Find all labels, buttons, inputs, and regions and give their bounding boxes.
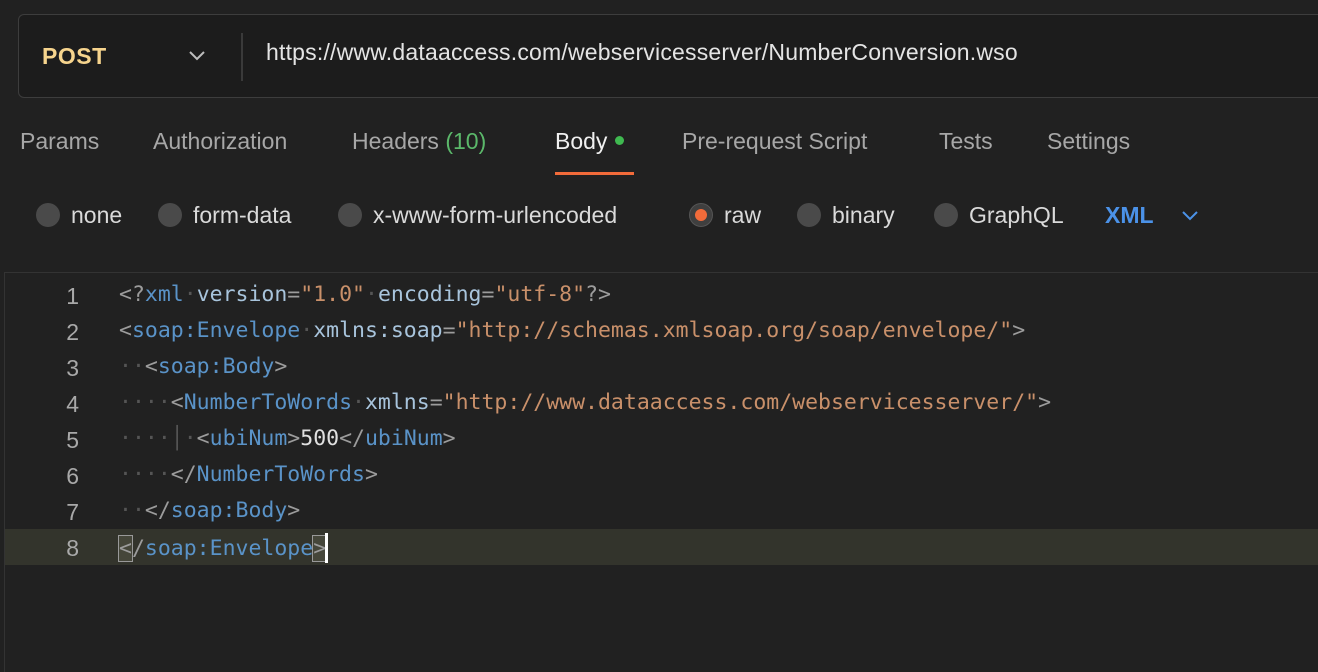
- tab-tests[interactable]: Tests: [939, 128, 993, 155]
- line-number: 1: [66, 283, 79, 309]
- active-tab-underline: [555, 172, 634, 175]
- radio-binary[interactable]: binary: [797, 195, 895, 235]
- tab-label: Body: [555, 128, 608, 154]
- line-number: 8: [66, 535, 79, 561]
- editor-line: 4 ····<NumberToWords·xmlns="http://www.d…: [5, 385, 1318, 421]
- tab-label: Authorization: [153, 128, 288, 154]
- text-cursor: [325, 533, 329, 563]
- chevron-down-icon: [1181, 211, 1198, 221]
- editor-line: 2 <soap:Envelope·xmlns:soap="http://sche…: [5, 313, 1318, 349]
- radio-button[interactable]: [158, 203, 182, 227]
- radio-graphql[interactable]: GraphQL: [934, 195, 1064, 235]
- tab-authorization[interactable]: Authorization: [153, 128, 287, 155]
- url-divider: [241, 33, 243, 81]
- radio-x-www-form-urlencoded[interactable]: x-www-form-urlencoded: [338, 195, 617, 235]
- url-input[interactable]: https://www.dataaccess.com/webservicesse…: [266, 39, 1018, 73]
- method-label: POST: [42, 43, 107, 69]
- editor-line: 6 ····</NumberToWords>: [5, 457, 1318, 493]
- radio-button[interactable]: [36, 203, 60, 227]
- code-line: <soap:Envelope·xmlns:soap="http://schema…: [119, 318, 1026, 343]
- method-select[interactable]: POST: [19, 15, 241, 97]
- tab-label: Tests: [939, 128, 993, 154]
- tab-settings[interactable]: Settings: [1047, 128, 1130, 155]
- radio-none[interactable]: none: [36, 195, 122, 235]
- radio-form-data[interactable]: form-data: [158, 195, 291, 235]
- editor-line-current: 8 </soap:Envelope>: [5, 529, 1318, 565]
- editor-line: 7 ··</soap:Body>: [5, 493, 1318, 529]
- tab-label: Pre-request Script: [682, 128, 868, 154]
- tab-label: Params: [20, 128, 100, 154]
- body-code-editor[interactable]: 1 <?xml·version="1.0"·encoding="utf-8"?>…: [4, 272, 1318, 672]
- headers-count-badge: (10): [445, 128, 487, 154]
- request-tabs: Params Authorization Headers (10) Body P…: [0, 120, 1318, 180]
- code-line: ····<NumberToWords·xmlns="http://www.dat…: [119, 390, 1052, 415]
- tab-params[interactable]: Params: [20, 128, 99, 155]
- radio-label: x-www-form-urlencoded: [373, 201, 618, 228]
- tab-label: Settings: [1047, 128, 1131, 154]
- body-modified-dot: [615, 136, 625, 146]
- code-line: ····</NumberToWords>: [119, 462, 378, 487]
- line-number: 7: [66, 499, 79, 525]
- raw-language-label: XML: [1105, 201, 1154, 228]
- radio-label: binary: [832, 201, 895, 228]
- line-number: 4: [66, 391, 79, 417]
- code-line: ··<soap:Body>: [119, 354, 288, 379]
- chevron-down-icon: [189, 51, 205, 61]
- raw-language-select[interactable]: XML: [1105, 195, 1200, 235]
- line-number: 2: [66, 319, 79, 345]
- code-line: <?xml·version="1.0"·encoding="utf-8"?>: [119, 282, 611, 307]
- line-number: 5: [66, 427, 79, 453]
- code-line: ····│·<ubiNum>500</ubiNum>: [119, 426, 456, 451]
- radio-label: none: [71, 201, 123, 228]
- radio-button[interactable]: [338, 203, 362, 227]
- line-number: 6: [66, 463, 79, 489]
- radio-label: GraphQL: [969, 201, 1064, 228]
- code-line: ··</soap:Body>: [119, 498, 301, 523]
- request-url-bar: POST https://www.dataaccess.com/webservi…: [18, 14, 1318, 98]
- radio-button[interactable]: [797, 203, 821, 227]
- radio-label: form-data: [193, 201, 292, 228]
- code-line: </soap:Envelope>: [118, 533, 329, 564]
- line-number: 3: [66, 355, 79, 381]
- radio-raw[interactable]: raw: [689, 195, 761, 235]
- tab-headers[interactable]: Headers (10): [352, 128, 486, 155]
- editor-line: 5 ····│·<ubiNum>500</ubiNum>: [5, 421, 1318, 457]
- radio-label: raw: [724, 201, 762, 228]
- body-mode-options: none form-data x-www-form-urlencoded raw…: [0, 195, 1318, 239]
- radio-button[interactable]: [934, 203, 958, 227]
- radio-button-checked[interactable]: [689, 203, 713, 227]
- tab-pre-request-script[interactable]: Pre-request Script: [682, 128, 867, 155]
- tab-body[interactable]: Body: [555, 128, 625, 155]
- tab-label: Headers: [352, 128, 439, 154]
- editor-line: 1 <?xml·version="1.0"·encoding="utf-8"?>: [5, 277, 1318, 313]
- editor-line: 3 ··<soap:Body>: [5, 349, 1318, 385]
